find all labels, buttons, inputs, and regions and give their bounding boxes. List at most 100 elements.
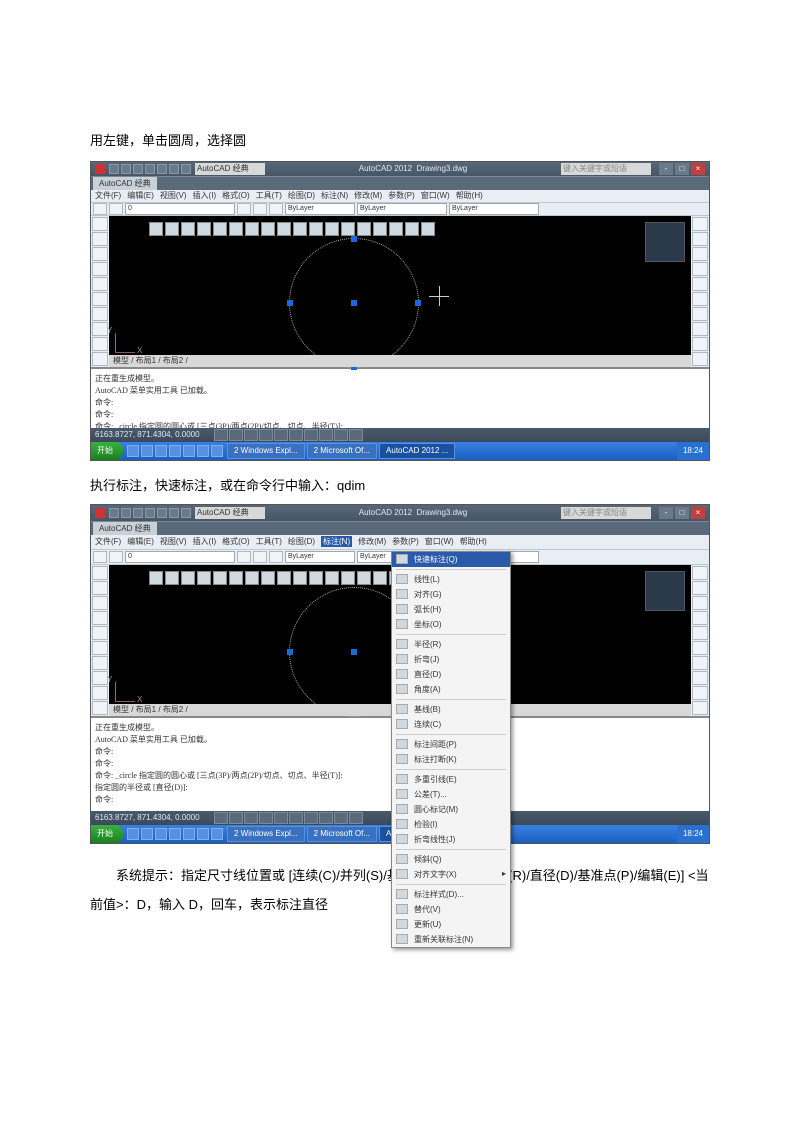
toolbar-layers[interactable]: 0 ByLayer ByLayer ByLayer <box>91 202 709 216</box>
layer-combo: 0 <box>125 551 235 563</box>
menu-edit: 编辑(E) <box>127 190 154 201</box>
menu-item[interactable]: 重新关联标注(N) <box>392 932 510 947</box>
modify-toolbar[interactable] <box>691 565 709 716</box>
menu-item[interactable]: 更新(U) <box>392 917 510 932</box>
menu-item[interactable]: 标注打断(K) <box>392 752 510 767</box>
menu-item[interactable]: 折弯(J) <box>392 652 510 667</box>
minimize-icon: - <box>659 507 673 519</box>
menu-item[interactable]: 倾斜(Q) <box>392 852 510 867</box>
status-bar[interactable]: 6163.8727, 871.4304, 0.0000 <box>91 428 709 442</box>
task-explorer[interactable]: 2 Windows Expl... <box>227 443 305 459</box>
grip-left[interactable] <box>287 649 293 655</box>
ucs-icon: YX <box>115 329 139 353</box>
task-explorer[interactable]: 2 Windows Expl... <box>227 826 305 842</box>
menu-item[interactable]: 线性(L) <box>392 572 510 587</box>
quick-access-toolbar[interactable] <box>109 508 191 518</box>
window-title: AutoCAD 2012 Drawing3.dwg <box>359 164 468 173</box>
menu-item[interactable]: 圆心标记(M) <box>392 802 510 817</box>
menu-tools: 工具(T) <box>256 190 282 201</box>
window-title: AutoCAD 2012 Drawing3.dwg <box>359 508 468 517</box>
grip-top[interactable] <box>351 236 357 242</box>
menu-item[interactable]: 公差(T)... <box>392 787 510 802</box>
grip-left[interactable] <box>287 300 293 306</box>
menu-modify: 修改(M) <box>358 536 386 547</box>
menu-item[interactable]: 弧长(H) <box>392 602 510 617</box>
search-input[interactable]: 键入关键字或短语 <box>561 507 651 519</box>
app-logo-icon <box>95 164 105 174</box>
menu-item[interactable]: 替代(V) <box>392 902 510 917</box>
menu-insert: 插入(I) <box>193 536 217 547</box>
menu-insert: 插入(I) <box>193 190 217 201</box>
menu-edit: 编辑(E) <box>127 536 154 547</box>
menu-param: 参数(P) <box>392 536 419 547</box>
grip-center[interactable] <box>351 649 357 655</box>
instruction-2: 执行标注，快速标注，或在命令行中输入：qdim <box>90 475 710 494</box>
menu-item[interactable]: 标注样式(D)... <box>392 887 510 902</box>
titlebar: AutoCAD 经典 AutoCAD 2012 Drawing3.dwg 键入关… <box>91 162 709 176</box>
dim-toolbar[interactable] <box>149 222 435 236</box>
grip-center[interactable] <box>351 300 357 306</box>
system-tray[interactable]: 18:24 <box>677 442 709 460</box>
titlebar: AutoCAD 经典 AutoCAD 2012 Drawing3.dwg 键入关… <box>91 505 709 521</box>
menu-item[interactable]: 折弯线性(J) <box>392 832 510 847</box>
maximize-icon: □ <box>675 507 689 519</box>
menu-draw: 绘图(D) <box>288 190 315 201</box>
menu-file: 文件(F) <box>95 536 121 547</box>
command-window[interactable]: 正在重生成模型。 AutoCAD 菜单实用工具 已加载。 命令: 命令: 命令:… <box>91 367 709 428</box>
draw-toolbar[interactable] <box>91 565 109 716</box>
viewcube[interactable] <box>645 571 685 611</box>
drawing-canvas[interactable]: YX 模型 / 布局1 / 布局2 / <box>109 216 691 367</box>
grip-right[interactable] <box>415 300 421 306</box>
workspace-combo[interactable]: AutoCAD 经典 <box>195 163 265 175</box>
layout-tabs[interactable]: 模型 / 布局1 / 布局2 / <box>109 355 691 367</box>
menu-item[interactable]: 基线(B) <box>392 702 510 717</box>
menu-item[interactable]: 坐标(O) <box>392 617 510 632</box>
menu-draw: 绘图(D) <box>288 536 315 547</box>
modify-toolbar[interactable] <box>691 216 709 367</box>
file-tab-bar[interactable]: AutoCAD 经典 <box>91 521 709 535</box>
task-autocad[interactable]: AutoCAD 2012 ... <box>379 443 455 459</box>
draw-toolbar[interactable] <box>91 216 109 367</box>
system-tray[interactable]: 18:24 <box>677 825 709 843</box>
menu-item[interactable]: 角度(A) <box>392 682 510 697</box>
menubar[interactable]: 文件(F) 编辑(E) 视图(V) 插入(I) 格式(O) 工具(T) 绘图(D… <box>91 535 709 549</box>
close-icon: × <box>691 163 705 175</box>
menu-item[interactable]: 标注间距(P) <box>392 737 510 752</box>
menu-help: 帮助(H) <box>460 536 487 547</box>
menubar[interactable]: 文件(F) 编辑(E) 视图(V) 插入(I) 格式(O) 工具(T) 绘图(D… <box>91 190 709 202</box>
viewcube[interactable] <box>645 222 685 262</box>
menu-item[interactable]: 多重引线(E) <box>392 772 510 787</box>
close-icon: × <box>691 507 705 519</box>
quick-access-toolbar[interactable] <box>109 164 191 174</box>
menu-qdim[interactable]: 快速标注(Q) <box>392 552 510 567</box>
menu-window: 窗口(W) <box>425 536 454 547</box>
menu-item[interactable]: 对齐文字(X)▸ <box>392 867 510 882</box>
window-buttons[interactable]: -□× <box>659 507 705 519</box>
menu-item[interactable]: 半径(R) <box>392 637 510 652</box>
ucs-icon: YX <box>115 678 139 702</box>
coordinates: 6163.8727, 871.4304, 0.0000 <box>95 811 200 825</box>
menu-item[interactable]: 对齐(G) <box>392 587 510 602</box>
menu-param: 参数(P) <box>388 190 415 201</box>
start-button[interactable]: 开始 <box>91 442 123 460</box>
menu-modify: 修改(M) <box>354 190 382 201</box>
menu-item[interactable]: 检验(I) <box>392 817 510 832</box>
dimension-menu[interactable]: 快速标注(Q) 线性(L)对齐(G)弧长(H)坐标(O) 半径(R)折弯(J)直径(… <box>391 551 511 948</box>
task-office[interactable]: 2 Microsoft Of... <box>307 443 377 459</box>
search-input[interactable]: 键入关键字或短语 <box>561 163 651 175</box>
menu-file: 文件(F) <box>95 190 121 201</box>
minimize-icon: - <box>659 163 673 175</box>
start-button[interactable]: 开始 <box>91 825 123 843</box>
menu-item[interactable]: 连续(C) <box>392 717 510 732</box>
windows-taskbar[interactable]: 开始 2 Windows Expl... 2 Microsoft Of... A… <box>91 442 709 460</box>
menu-dimension: 标注(N) <box>321 536 352 547</box>
task-office[interactable]: 2 Microsoft Of... <box>307 826 377 842</box>
workspace-combo[interactable]: AutoCAD 经典 <box>195 507 265 519</box>
menu-item[interactable]: 直径(D) <box>392 667 510 682</box>
maximize-icon: □ <box>675 163 689 175</box>
file-tab-bar[interactable]: AutoCAD 经典 <box>91 176 709 190</box>
menu-tools: 工具(T) <box>256 536 282 547</box>
screenshot-1: AutoCAD 经典 AutoCAD 2012 Drawing3.dwg 键入关… <box>90 161 710 461</box>
window-buttons[interactable]: -□× <box>659 163 705 175</box>
menu-help: 帮助(H) <box>456 190 483 201</box>
